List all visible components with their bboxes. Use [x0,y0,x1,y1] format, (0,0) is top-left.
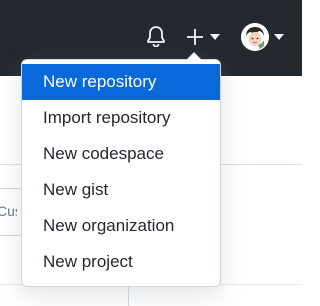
caret-down-icon [210,34,220,40]
page: Cust New repository Import repository Ne… [0,0,302,306]
caret-down-icon [273,34,284,40]
menu-item-new-gist[interactable]: New gist [22,172,220,208]
bell-icon [147,26,165,47]
create-new-dropdown: New repository Import repository New cod… [21,52,221,287]
menu-item-new-codespace[interactable]: New codespace [22,136,220,172]
menu-item-new-repository[interactable]: New repository [22,64,220,100]
partial-input-text: Cust [0,203,17,219]
user-menu-button[interactable] [238,21,286,53]
plus-icon [187,29,203,45]
user-avatar-image [240,23,269,51]
avatar [240,23,269,51]
menu-item-new-organization[interactable]: New organization [22,208,220,244]
notifications-button[interactable] [143,22,169,50]
create-new-button[interactable] [182,24,224,50]
menu-item-import-repository[interactable]: Import repository [22,100,220,136]
menu-item-new-project[interactable]: New project [22,244,220,280]
column-divider [128,284,129,306]
